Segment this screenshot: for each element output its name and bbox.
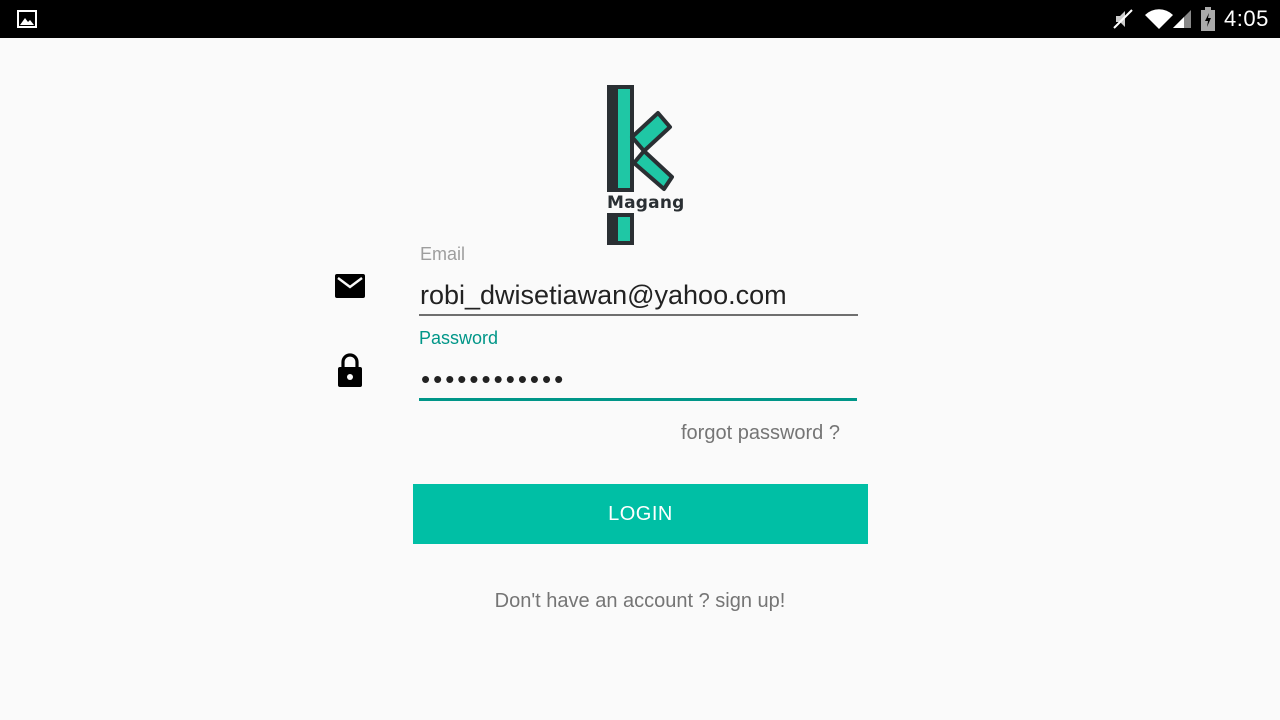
email-underline <box>419 314 858 316</box>
mute-icon <box>1113 9 1133 29</box>
wifi-icon <box>1145 9 1173 29</box>
email-input[interactable] <box>420 278 856 312</box>
gallery-icon <box>17 10 37 28</box>
email-label: Email <box>420 244 466 264</box>
mail-icon <box>335 274 365 298</box>
password-label: Password <box>419 328 499 348</box>
lock-icon <box>338 353 362 387</box>
logo-text: Magang <box>607 193 685 213</box>
forgot-password-link[interactable]: forgot password ? <box>681 422 840 445</box>
signup-link[interactable]: Don't have an account ? sign up! <box>0 590 1280 613</box>
signal-icon <box>1173 10 1191 28</box>
status-time: 4:05 <box>1224 6 1269 31</box>
app-logo <box>607 85 674 245</box>
password-input[interactable] <box>421 362 857 396</box>
status-bar: 4:05 <box>0 0 1280 38</box>
battery-icon <box>1201 7 1215 31</box>
login-button[interactable]: LOGIN <box>413 484 868 544</box>
password-underline <box>419 398 857 401</box>
